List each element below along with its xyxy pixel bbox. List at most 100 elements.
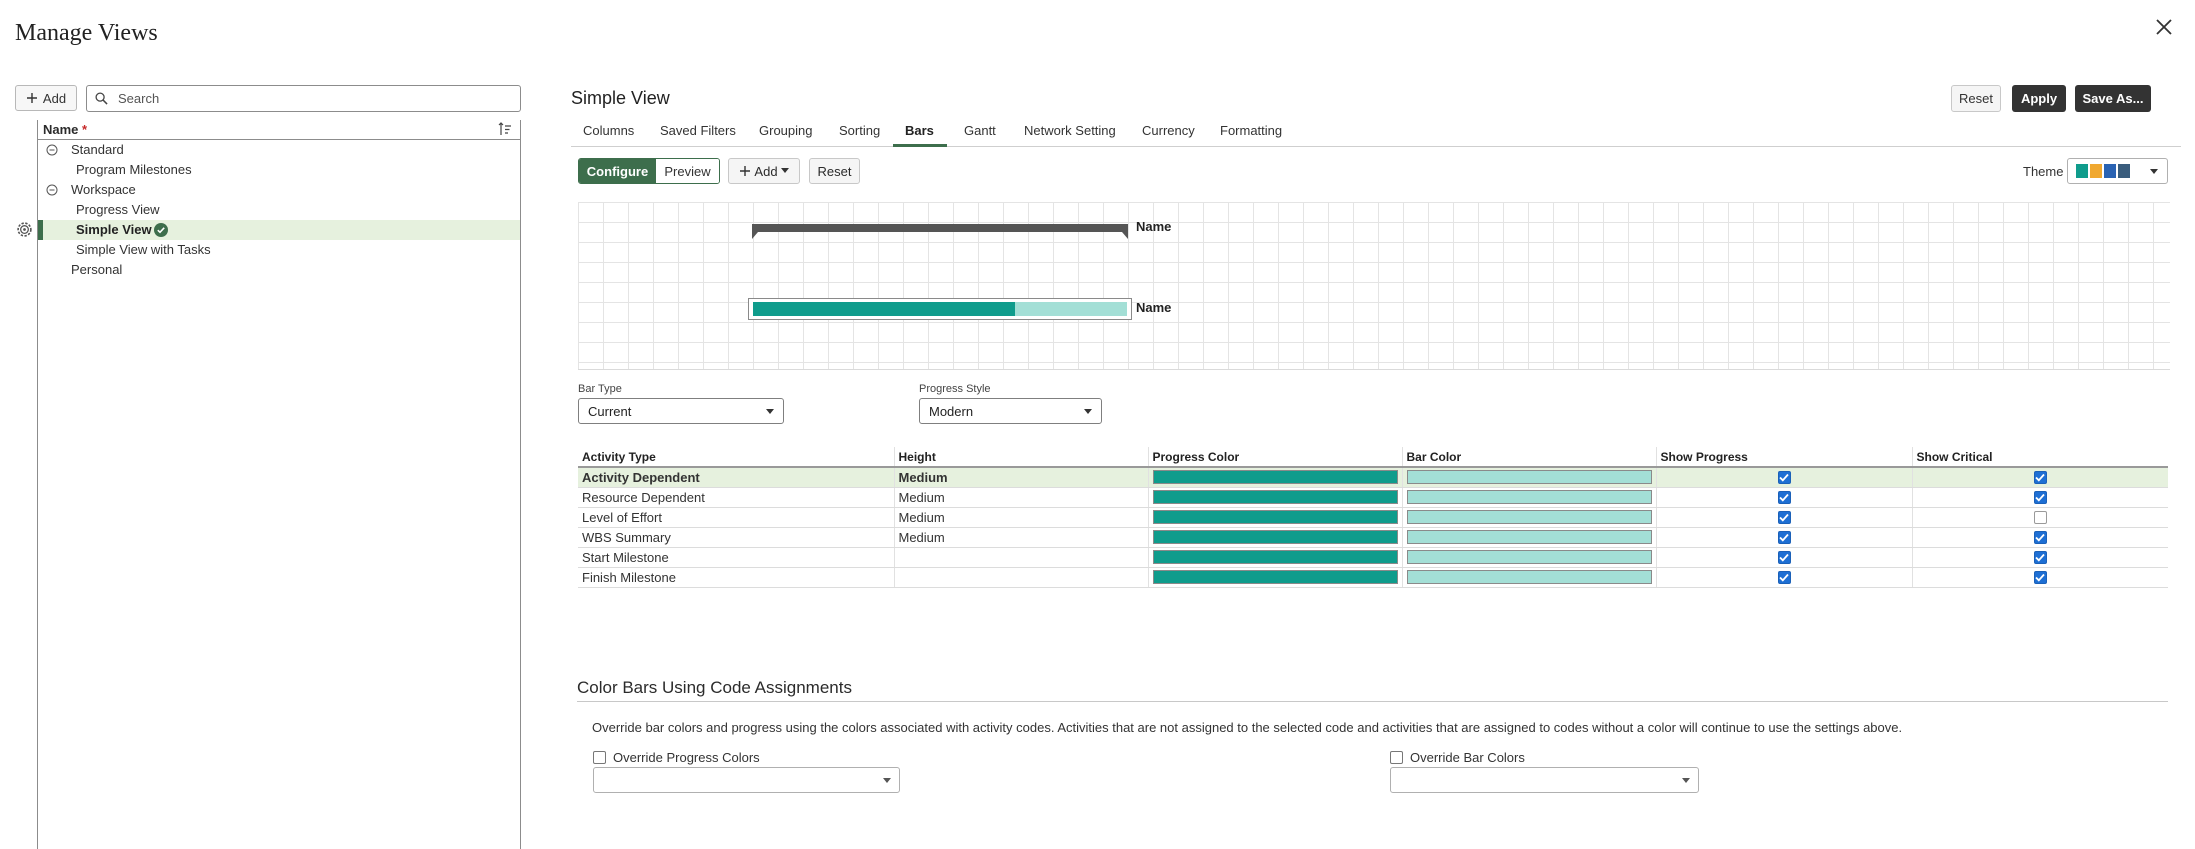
bar-color-swatch[interactable]: [1406, 510, 1652, 524]
tree-item-standard[interactable]: Standard: [38, 140, 520, 160]
tab-bars[interactable]: Bars: [893, 123, 947, 147]
column-header-show-critical[interactable]: Show Critical: [1911, 447, 2168, 468]
height-cell[interactable]: Medium: [893, 507, 1148, 528]
bar-color-cell[interactable]: [1401, 527, 1656, 548]
sort-icon[interactable]: [498, 122, 512, 136]
search-field[interactable]: [86, 85, 521, 112]
table-row[interactable]: Finish Milestone: [578, 567, 2168, 588]
show-critical-checkbox[interactable]: [2033, 490, 2047, 504]
preview-button[interactable]: Preview: [656, 159, 719, 183]
tree-item-program-milestones[interactable]: Program Milestones: [38, 160, 520, 180]
show-critical-cell: [1911, 547, 2168, 568]
tab-columns[interactable]: Columns: [583, 123, 634, 147]
show-progress-checkbox[interactable]: [1777, 490, 1791, 504]
tab-saved-filters[interactable]: Saved Filters: [660, 123, 736, 147]
tree-item-workspace[interactable]: Workspace: [38, 180, 520, 200]
progress-color-swatch[interactable]: [1152, 570, 1398, 584]
table-row[interactable]: Start Milestone: [578, 547, 2168, 568]
show-progress-checkbox[interactable]: [1777, 550, 1791, 564]
progress-color-swatch[interactable]: [1152, 490, 1398, 504]
reset-button[interactable]: Reset: [1951, 85, 2001, 112]
tab-network-setting[interactable]: Network Setting: [1024, 123, 1116, 147]
progress-color-cell[interactable]: [1147, 507, 1402, 528]
theme-swatch: [2104, 164, 2116, 178]
table-row[interactable]: Level of Effort Medium: [578, 507, 2168, 528]
progress-code-select[interactable]: [593, 767, 900, 793]
show-critical-checkbox[interactable]: [2033, 510, 2047, 524]
height-cell[interactable]: [893, 547, 1148, 568]
override-progress-colors-checkbox[interactable]: Override Progress Colors: [593, 750, 760, 765]
apply-button[interactable]: Apply: [2012, 85, 2066, 112]
bar-color-swatch[interactable]: [1406, 490, 1652, 504]
tree-item-simple-view-with-tasks[interactable]: Simple View with Tasks: [38, 240, 520, 260]
override-bar-colors-checkbox[interactable]: Override Bar Colors: [1390, 750, 1525, 765]
show-progress-checkbox[interactable]: [1777, 470, 1791, 484]
collapse-icon[interactable]: [46, 144, 58, 156]
tree-item-personal[interactable]: Personal: [38, 260, 520, 280]
show-critical-checkbox[interactable]: [2033, 530, 2047, 544]
height-cell[interactable]: Medium: [893, 467, 1148, 488]
show-progress-checkbox[interactable]: [1777, 510, 1791, 524]
show-critical-checkbox[interactable]: [2033, 570, 2047, 584]
section-divider: [577, 701, 2168, 702]
table-row[interactable]: WBS Summary Medium: [578, 527, 2168, 548]
height-cell[interactable]: Medium: [893, 487, 1148, 508]
checkbox-box[interactable]: [593, 751, 606, 764]
progress-color-cell[interactable]: [1147, 567, 1402, 588]
tab-sorting[interactable]: Sorting: [839, 123, 880, 147]
column-header-show-progress[interactable]: Show Progress: [1655, 447, 1912, 468]
height-cell[interactable]: [893, 567, 1148, 588]
theme-select[interactable]: [2067, 158, 2168, 184]
bar-color-cell[interactable]: [1401, 467, 1656, 488]
column-header-progress-color[interactable]: Progress Color: [1147, 447, 1402, 468]
progress-style-select[interactable]: Modern: [919, 398, 1102, 424]
progress-color-cell[interactable]: [1147, 487, 1402, 508]
tab-formatting[interactable]: Formatting: [1220, 123, 1282, 147]
checkbox-box[interactable]: [1390, 751, 1403, 764]
bar-color-cell[interactable]: [1401, 547, 1656, 568]
bar-color-swatch[interactable]: [1406, 570, 1652, 584]
show-critical-checkbox[interactable]: [2033, 550, 2047, 564]
configure-button[interactable]: Configure: [579, 159, 656, 183]
tab-grouping[interactable]: Grouping: [759, 123, 812, 147]
bar-color-cell[interactable]: [1401, 507, 1656, 528]
gear-icon[interactable]: [16, 221, 33, 238]
save-as-button[interactable]: Save As...: [2075, 85, 2151, 112]
height-cell[interactable]: Medium: [893, 527, 1148, 548]
tree-item-progress-view[interactable]: Progress View: [38, 200, 520, 220]
bar-type-select[interactable]: Current: [578, 398, 784, 424]
show-progress-cell: [1655, 467, 1912, 488]
bar-color-swatch[interactable]: [1406, 550, 1652, 564]
progress-color-swatch[interactable]: [1152, 550, 1398, 564]
collapse-icon[interactable]: [46, 184, 58, 196]
progress-color-swatch[interactable]: [1152, 510, 1398, 524]
column-header-bar-color[interactable]: Bar Color: [1401, 447, 1656, 468]
bar-color-swatch[interactable]: [1406, 530, 1652, 544]
search-input[interactable]: [116, 90, 506, 107]
add-view-button[interactable]: Add: [15, 85, 77, 111]
column-header-height[interactable]: Height: [893, 447, 1148, 468]
bar-code-select[interactable]: [1390, 767, 1699, 793]
column-header-activity-type[interactable]: Activity Type: [578, 447, 894, 468]
progress-color-cell[interactable]: [1147, 527, 1402, 548]
tree-item-simple-view[interactable]: Simple View: [38, 220, 520, 240]
table-row[interactable]: Activity Dependent Medium: [578, 467, 2168, 488]
progress-color-swatch[interactable]: [1152, 530, 1398, 544]
tab-gantt[interactable]: Gantt: [964, 123, 996, 147]
bar-color-cell[interactable]: [1401, 567, 1656, 588]
bar-color-cell[interactable]: [1401, 487, 1656, 508]
show-critical-checkbox[interactable]: [2033, 470, 2047, 484]
bar-color-swatch[interactable]: [1406, 470, 1652, 485]
tab-currency[interactable]: Currency: [1142, 123, 1195, 147]
tree-item-label: Standard: [71, 142, 124, 157]
progress-color-swatch[interactable]: [1152, 470, 1398, 485]
close-button[interactable]: [2151, 14, 2177, 40]
tree-header[interactable]: Name *: [38, 120, 520, 140]
progress-color-cell[interactable]: [1147, 467, 1402, 488]
show-progress-checkbox[interactable]: [1777, 570, 1791, 584]
show-progress-checkbox[interactable]: [1777, 530, 1791, 544]
progress-color-cell[interactable]: [1147, 547, 1402, 568]
reset-bars-button[interactable]: Reset: [809, 158, 860, 184]
table-row[interactable]: Resource Dependent Medium: [578, 487, 2168, 508]
add-bar-button[interactable]: Add: [728, 158, 800, 184]
